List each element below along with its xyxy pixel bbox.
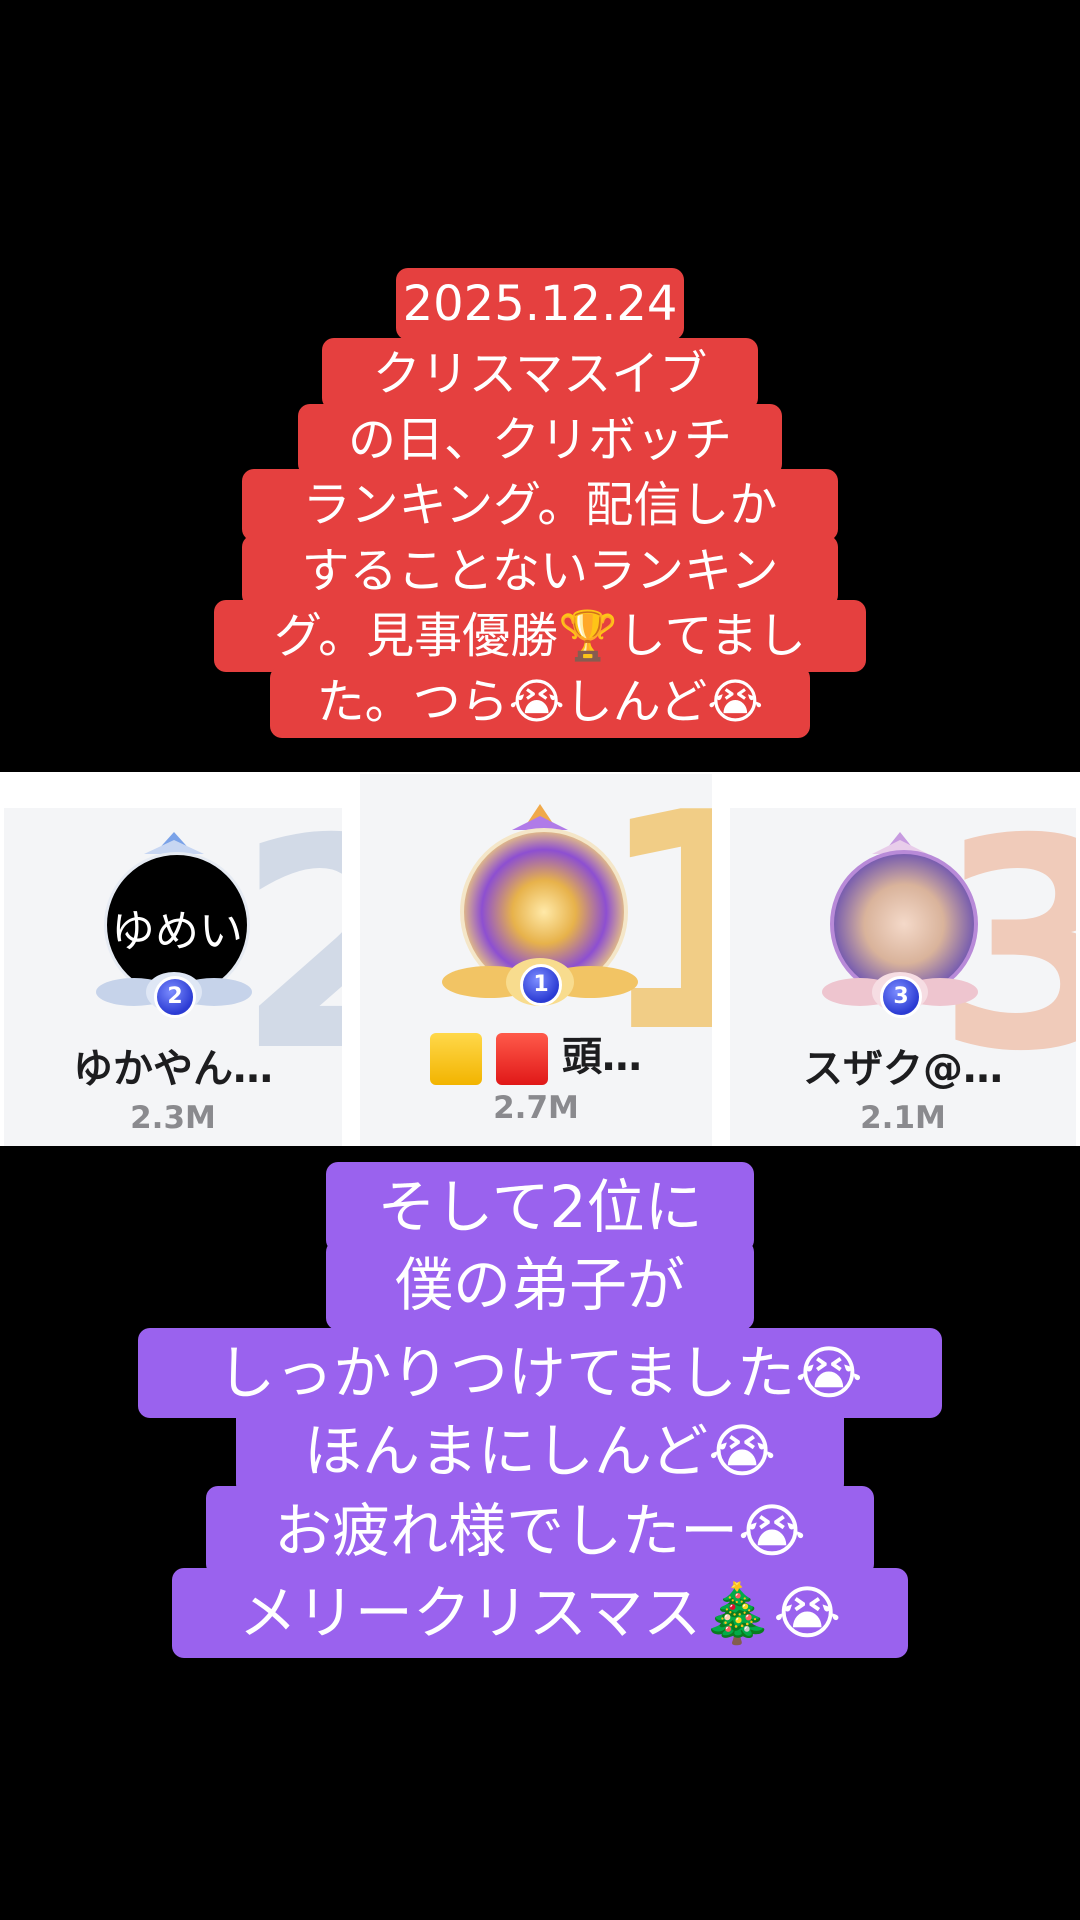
caption-line: メリークリスマス🎄😭 bbox=[172, 1568, 908, 1658]
user-name: 頭… bbox=[360, 1024, 712, 1085]
ranking-card-3[interactable]: 3 3 スザク@… 2.1M bbox=[730, 808, 1076, 1146]
caption-line: することないランキン bbox=[242, 535, 838, 607]
caption-line: の日、クリボッチ bbox=[298, 404, 782, 476]
rank-badge: 2 bbox=[154, 976, 196, 1018]
caption-line: 2025.12.24 bbox=[396, 268, 684, 340]
caption-line: そして2位に bbox=[326, 1162, 754, 1252]
caption-line: しっかりつけてました😭 bbox=[138, 1328, 942, 1418]
avatar-frame: ゆめい 2 bbox=[94, 822, 254, 1022]
ranking-card-2[interactable]: 2 ゆめい 2 ゆかやん… 2.3M bbox=[4, 808, 342, 1146]
caption-line: ランキング。配信しか bbox=[242, 469, 838, 541]
rank-badge: 1 bbox=[520, 964, 562, 1006]
avatar-frame: 1 bbox=[440, 798, 640, 1018]
caption-line: クリスマスイブ bbox=[322, 338, 758, 410]
caption-line: ほんまにしんど😭 bbox=[236, 1406, 844, 1496]
caption-line: お疲れ様でしたー😭 bbox=[206, 1486, 874, 1576]
ranking-strip: 2 ゆめい 2 ゆかやん… 2.3M 1 1 頭… 2.7M 3 3 スザク@…… bbox=[0, 772, 1080, 1146]
score: 2.1M bbox=[860, 1100, 946, 1136]
yellow-square-icon bbox=[430, 1033, 483, 1085]
caption-line: 僕の弟子が bbox=[326, 1240, 754, 1330]
avatar-text: ゆめい bbox=[111, 906, 243, 957]
rank-badge: 3 bbox=[880, 976, 922, 1018]
red-square-icon bbox=[496, 1033, 548, 1085]
user-name: ゆかやん… bbox=[73, 1046, 273, 1092]
ranking-card-1[interactable]: 1 1 頭… 2.7M bbox=[360, 774, 712, 1146]
caption-line: グ。見事優勝🏆してまし bbox=[214, 600, 866, 672]
score: 2.3M bbox=[130, 1100, 216, 1136]
user-name: スザク@… bbox=[803, 1046, 1003, 1092]
score: 2.7M bbox=[493, 1090, 579, 1126]
avatar-frame: 3 bbox=[820, 822, 980, 1022]
caption-line: た。つら😭しんど😭 bbox=[270, 666, 810, 738]
